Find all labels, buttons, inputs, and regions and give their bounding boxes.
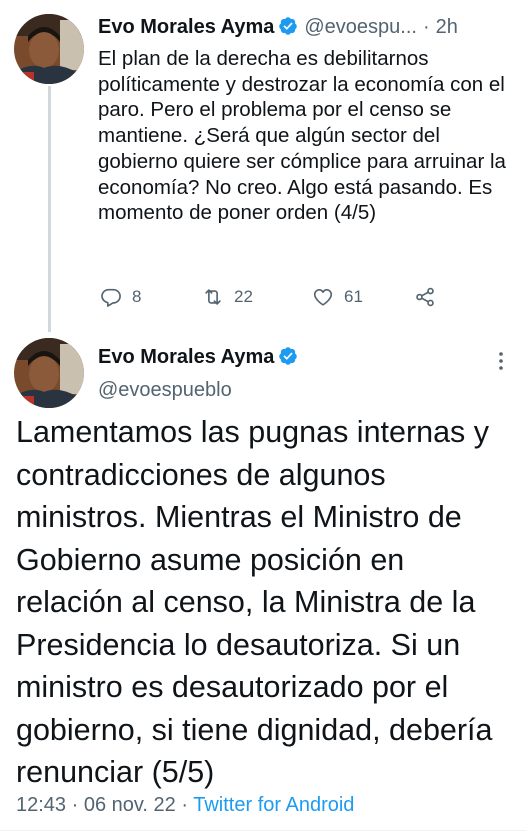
tweet-time[interactable]: 12:43: [16, 794, 66, 816]
share-icon: [416, 287, 434, 307]
tweet-date[interactable]: 06 nov. 22: [84, 794, 176, 816]
separator-dot: ·: [181, 794, 189, 816]
tweet-text: El plan de la derecha es debilitarnos po…: [98, 47, 506, 225]
divider: [0, 830, 526, 831]
more-options-icon[interactable]: [498, 351, 504, 371]
separator-dot: ·: [71, 794, 79, 816]
tweet-source-link[interactable]: Twitter for Android: [193, 794, 354, 816]
tweet-header: Evo Morales Ayma: [98, 343, 298, 371]
separator-dot: ·: [422, 16, 430, 38]
reply-count: 8: [132, 287, 142, 306]
author-name[interactable]: Evo Morales Ayma: [98, 16, 274, 38]
avatar-image: [14, 338, 84, 408]
reply-icon: [101, 288, 121, 307]
verified-badge-icon: [279, 17, 298, 35]
verified-badge-icon: [279, 347, 298, 365]
tweet-actions: 8 22 61: [98, 282, 458, 312]
avatar[interactable]: [14, 14, 84, 84]
avatar-image: [14, 14, 84, 84]
like-icon: [313, 289, 333, 306]
retweet-icon: [205, 289, 221, 305]
author-handle[interactable]: @evoespueblo: [98, 376, 232, 404]
thread-connector-line: [48, 86, 51, 332]
tweet-timestamp[interactable]: 2h: [436, 16, 458, 38]
share-button[interactable]: [414, 282, 446, 312]
retweet-count: 22: [234, 287, 253, 306]
author-name[interactable]: Evo Morales Ayma: [98, 346, 274, 368]
tweet-metadata: 12:43 · 06 nov. 22 · Twitter for Android: [16, 791, 354, 819]
like-button[interactable]: 61: [312, 282, 363, 312]
like-count: 61: [344, 287, 363, 306]
author-handle[interactable]: @evoespu...: [304, 16, 417, 38]
retweet-button[interactable]: 22: [202, 282, 253, 312]
reply-button[interactable]: 8: [100, 282, 141, 312]
tweet-header: Evo Morales Ayma @evoespu... · 2h: [98, 13, 508, 41]
avatar[interactable]: [14, 338, 84, 408]
tweet-text: Lamentamos las pugnas internas y contrad…: [16, 415, 493, 789]
